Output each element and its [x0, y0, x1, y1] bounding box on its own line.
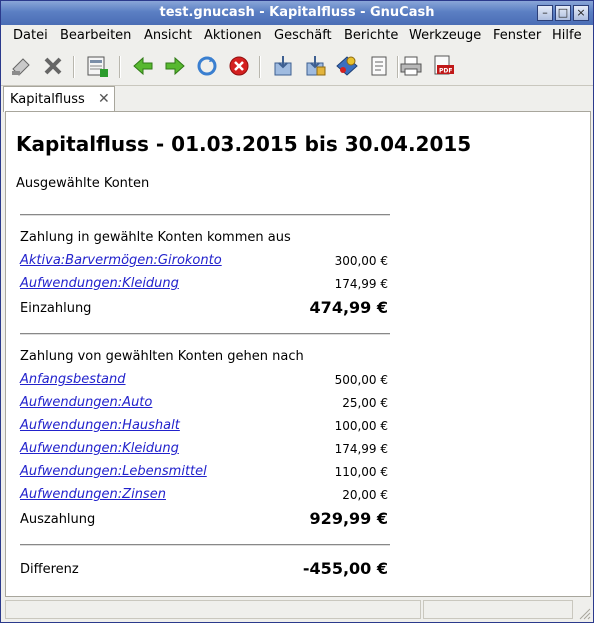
amount: 174,99 € — [334, 277, 388, 291]
pdf-export-icon[interactable]: PDF — [431, 55, 455, 77]
amount: 20,00 € — [342, 488, 388, 502]
reload-icon[interactable] — [195, 55, 219, 77]
incoming-heading: Zahlung in gewählte Konten kommen aus — [20, 230, 291, 245]
menu-hilfe[interactable]: Hilfe — [552, 28, 582, 43]
menu-ansicht[interactable]: Ansicht — [144, 28, 192, 43]
incoming-total: 474,99 € — [309, 298, 388, 317]
close-report-icon[interactable] — [41, 55, 65, 77]
tab-label: Kapitalfluss — [10, 92, 85, 107]
new-register-icon[interactable] — [85, 55, 109, 77]
status-progress-field — [423, 600, 573, 619]
save-icon[interactable] — [9, 55, 33, 77]
menu-datei[interactable]: Datei — [13, 28, 48, 43]
forward-arrow-icon[interactable] — [163, 55, 187, 77]
menu-werkzeuge[interactable]: Werkzeuge — [409, 28, 481, 43]
tab-close-icon[interactable]: ✕ — [98, 91, 110, 107]
toolbar-separator — [259, 56, 261, 78]
incoming-total-label: Einzahlung — [20, 301, 92, 316]
status-bar — [1, 598, 593, 622]
difference-label: Differenz — [20, 562, 79, 577]
account-link[interactable]: Aufwendungen:Lebensmittel — [20, 464, 207, 479]
stop-icon[interactable] — [227, 55, 251, 77]
menu-geschaeft[interactable]: Geschäft — [274, 28, 332, 43]
menu-fenster[interactable]: Fenster — [493, 28, 541, 43]
print-icon[interactable] — [399, 55, 423, 77]
menu-bar: Datei Bearbeiten Ansicht Aktionen Geschä… — [1, 25, 593, 46]
toolbar-separator — [73, 56, 75, 78]
account-link[interactable]: Aufwendungen:Haushalt — [20, 418, 180, 433]
account-link[interactable]: Anfangsbestand — [20, 372, 126, 387]
amount: 174,99 € — [334, 442, 388, 456]
divider — [20, 544, 390, 546]
amount: 25,00 € — [342, 396, 388, 410]
status-message-field — [5, 600, 421, 619]
svg-text:PDF: PDF — [439, 68, 452, 75]
outgoing-heading: Zahlung von gewählten Konten gehen nach — [20, 349, 304, 364]
close-window-button[interactable]: × — [573, 5, 589, 21]
app-window: test.gnucash - Kapitalfluss - GnuCash – … — [0, 0, 594, 623]
toolbar: PDF — [1, 47, 593, 86]
account-link[interactable]: Aufwendungen:Kleidung — [20, 441, 179, 456]
amount: 300,00 € — [334, 254, 388, 268]
amount: 100,00 € — [334, 419, 388, 433]
outgoing-total: 929,99 € — [309, 509, 388, 528]
back-arrow-icon[interactable] — [131, 55, 155, 77]
menu-aktionen[interactable]: Aktionen — [204, 28, 262, 43]
report-title: Kapitalfluss - 01.03.2015 bis 30.04.2015 — [16, 132, 472, 156]
tab-kapitalfluss[interactable]: Kapitalfluss ✕ — [3, 86, 115, 112]
minimize-button[interactable]: – — [537, 5, 553, 21]
report-view: Kapitalfluss - 01.03.2015 bis 30.04.2015… — [5, 111, 591, 597]
menu-berichte[interactable]: Berichte — [344, 28, 398, 43]
title-bar: test.gnucash - Kapitalfluss - GnuCash – … — [1, 1, 593, 25]
report-options-icon[interactable] — [303, 55, 327, 77]
menu-bearbeiten[interactable]: Bearbeiten — [60, 28, 131, 43]
account-link[interactable]: Aktiva:Barvermögen:Girokonto — [20, 253, 222, 268]
divider — [20, 333, 390, 335]
report-subtitle: Ausgewählte Konten — [16, 176, 150, 191]
account-link[interactable]: Aufwendungen:Kleidung — [20, 276, 179, 291]
window-title: test.gnucash - Kapitalfluss - GnuCash — [159, 5, 435, 20]
amount: 110,00 € — [334, 465, 388, 479]
resize-grip-icon[interactable] — [577, 606, 591, 620]
difference-total: -455,00 € — [302, 559, 388, 578]
edit-report-icon[interactable] — [335, 55, 359, 77]
amount: 500,00 € — [334, 373, 388, 387]
account-link[interactable]: Aufwendungen:Zinsen — [20, 487, 166, 502]
divider — [20, 214, 390, 216]
account-link[interactable]: Aufwendungen:Auto — [20, 395, 152, 410]
export-icon[interactable] — [271, 55, 295, 77]
outgoing-total-label: Auszahlung — [20, 512, 96, 527]
maximize-button[interactable]: □ — [555, 5, 571, 21]
report-page-icon[interactable] — [367, 55, 391, 77]
toolbar-separator — [119, 56, 121, 78]
